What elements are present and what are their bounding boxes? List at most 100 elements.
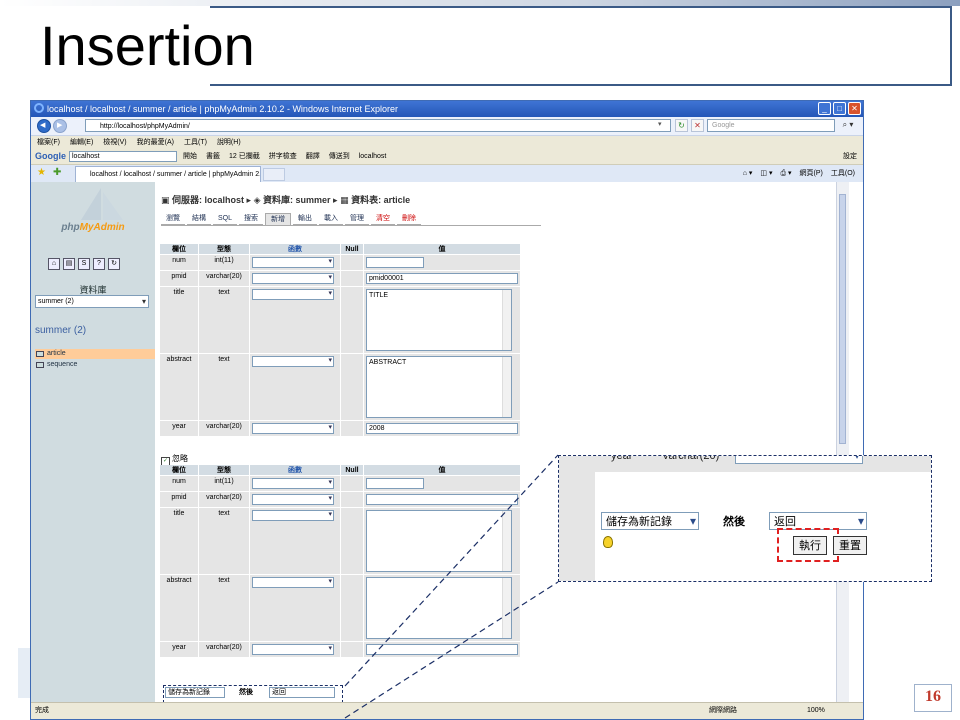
zoom-level[interactable]: 100% [807,703,825,719]
value-textarea[interactable]: ABSTRACT [366,356,512,418]
minimize-icon[interactable]: _ [818,102,831,115]
page-scrollbar[interactable] [836,182,849,703]
window-titlebar: localhost / localhost / summer / article… [31,101,863,117]
function-select[interactable] [252,577,334,588]
value-input[interactable] [366,257,424,268]
breadcrumb-server[interactable]: 伺服器: localhost [172,195,244,205]
execute-button[interactable]: 執行 [793,536,827,555]
value-input[interactable] [366,644,518,655]
tab-drop[interactable]: 刪除 [397,213,422,225]
browser-tab-active[interactable]: localhost / localhost / summer / article… [75,166,261,182]
zoom-save-mode-select[interactable]: 儲存為新記錄 [601,512,699,530]
function-select[interactable] [252,423,334,434]
tab-sql[interactable]: SQL [213,213,238,225]
textarea-scrollbar[interactable] [502,290,511,350]
function-select[interactable] [252,510,334,521]
refresh-icon[interactable]: ↻ [108,258,120,270]
textarea-scrollbar[interactable] [502,357,511,417]
table-row: pmid varchar(20) [160,492,520,507]
breadcrumb-database[interactable]: 資料庫: summer [263,195,331,205]
value-textarea[interactable] [366,577,512,639]
google-item-sendto[interactable]: 傳送到 [329,149,350,164]
feeds-icon[interactable]: ◫ ▾ [760,166,772,181]
google-search-input[interactable]: localhost [69,151,177,162]
tab-structure[interactable]: 結構 [187,213,211,225]
value-input[interactable]: pmid00001 [366,273,518,284]
breadcrumb-table[interactable]: 資料表: article [351,195,410,205]
home-icon[interactable]: ⌂ ▾ [743,166,753,181]
textarea-scrollbar[interactable] [502,578,511,638]
google-item-spellcheck[interactable]: 拼字檢查 [269,149,297,164]
menu-help[interactable]: 說明(H) [217,136,241,149]
tab-browse[interactable]: 瀏覽 [161,213,185,225]
value-textarea[interactable] [366,510,512,572]
function-select[interactable] [252,257,334,268]
add-favorite-icon[interactable]: ✚ [53,167,61,178]
after-insert-select[interactable]: 返回 [269,687,335,698]
menu-file[interactable]: 檔案(F) [37,136,60,149]
value-textarea-text: TITLE [369,292,389,299]
table-link-article[interactable]: article [35,349,155,359]
field-name: num [160,476,198,491]
menu-favorites[interactable]: 我的最愛(A) [137,136,174,149]
tab-insert[interactable]: 新增 [265,213,292,225]
search-icon[interactable]: ⌕ ▾ [837,119,859,132]
print-icon[interactable]: ⎙ ▾ [780,166,791,181]
back-button[interactable] [37,119,51,133]
menu-edit[interactable]: 編輯(E) [70,136,93,149]
value-input[interactable] [366,494,518,505]
value-input[interactable]: 2008 [366,423,518,434]
menu-tools[interactable]: 工具(T) [184,136,207,149]
refresh-button[interactable]: ↻ [675,119,688,132]
zoom-function-select[interactable] [735,456,863,464]
google-item-localhost[interactable]: localhost [359,149,387,164]
menu-view[interactable]: 檢視(V) [103,136,126,149]
google-item-start[interactable]: 開始 [183,149,197,164]
function-select[interactable] [252,494,334,505]
close-icon[interactable]: ✕ [848,102,861,115]
function-select[interactable] [252,478,334,489]
google-item-translate[interactable]: 翻譯 [306,149,320,164]
database-name[interactable]: summer (2) [35,325,86,336]
stop-button[interactable]: ✕ [691,119,704,132]
table-link-sequence[interactable]: sequence [35,360,77,370]
maximize-icon[interactable]: □ [833,102,846,115]
google-item-blocked[interactable]: 12 已攔截 [229,149,260,164]
page-menu[interactable]: 網頁(P) [800,166,823,181]
reset-button[interactable]: 重置 [833,536,867,555]
tabs-divider [161,225,541,226]
home-icon[interactable]: ⌂ [48,258,60,270]
textarea-scrollbar[interactable] [502,511,511,571]
address-dropdown-icon[interactable]: ▾ [658,120,668,130]
tools-menu[interactable]: 工具(O) [831,166,855,181]
scrollbar-thumb[interactable] [839,194,846,444]
tab-empty[interactable]: 清空 [371,213,396,225]
value-input[interactable] [366,478,424,489]
null-cell [341,354,363,420]
address-bar[interactable]: http://localhost/phpMyAdmin/ [85,119,671,132]
function-select[interactable] [252,644,334,655]
tab-import[interactable]: 載入 [319,213,344,225]
google-item-bookmarks[interactable]: 書籤 [206,149,220,164]
sql-icon[interactable]: S [78,258,90,270]
search-input[interactable]: Google [707,119,835,132]
favorites-star-icon[interactable]: ★ [37,167,46,178]
forward-button[interactable] [53,119,67,133]
function-select[interactable] [252,273,334,284]
function-select[interactable] [252,356,334,367]
google-settings[interactable]: 設定 [843,149,857,164]
function-select[interactable] [252,289,334,300]
tab-operations[interactable]: 管理 [345,213,370,225]
new-tab-button[interactable] [263,168,285,181]
database-select[interactable]: summer (2) [35,295,149,308]
table-icon: ▦ [340,195,352,205]
save-mode-select[interactable]: 儲存為新記錄 [165,687,225,698]
query-window-icon[interactable]: ▤ [63,258,75,270]
tab-export[interactable]: 輸出 [293,213,318,225]
field-type: int(11) [199,476,249,491]
header-row: 欄位 型態 函數 Null 值 [160,465,520,475]
null-cell [341,642,363,657]
tab-search[interactable]: 搜索 [239,213,264,225]
value-textarea[interactable]: TITLE [366,289,512,351]
docs-icon[interactable]: ? [93,258,105,270]
